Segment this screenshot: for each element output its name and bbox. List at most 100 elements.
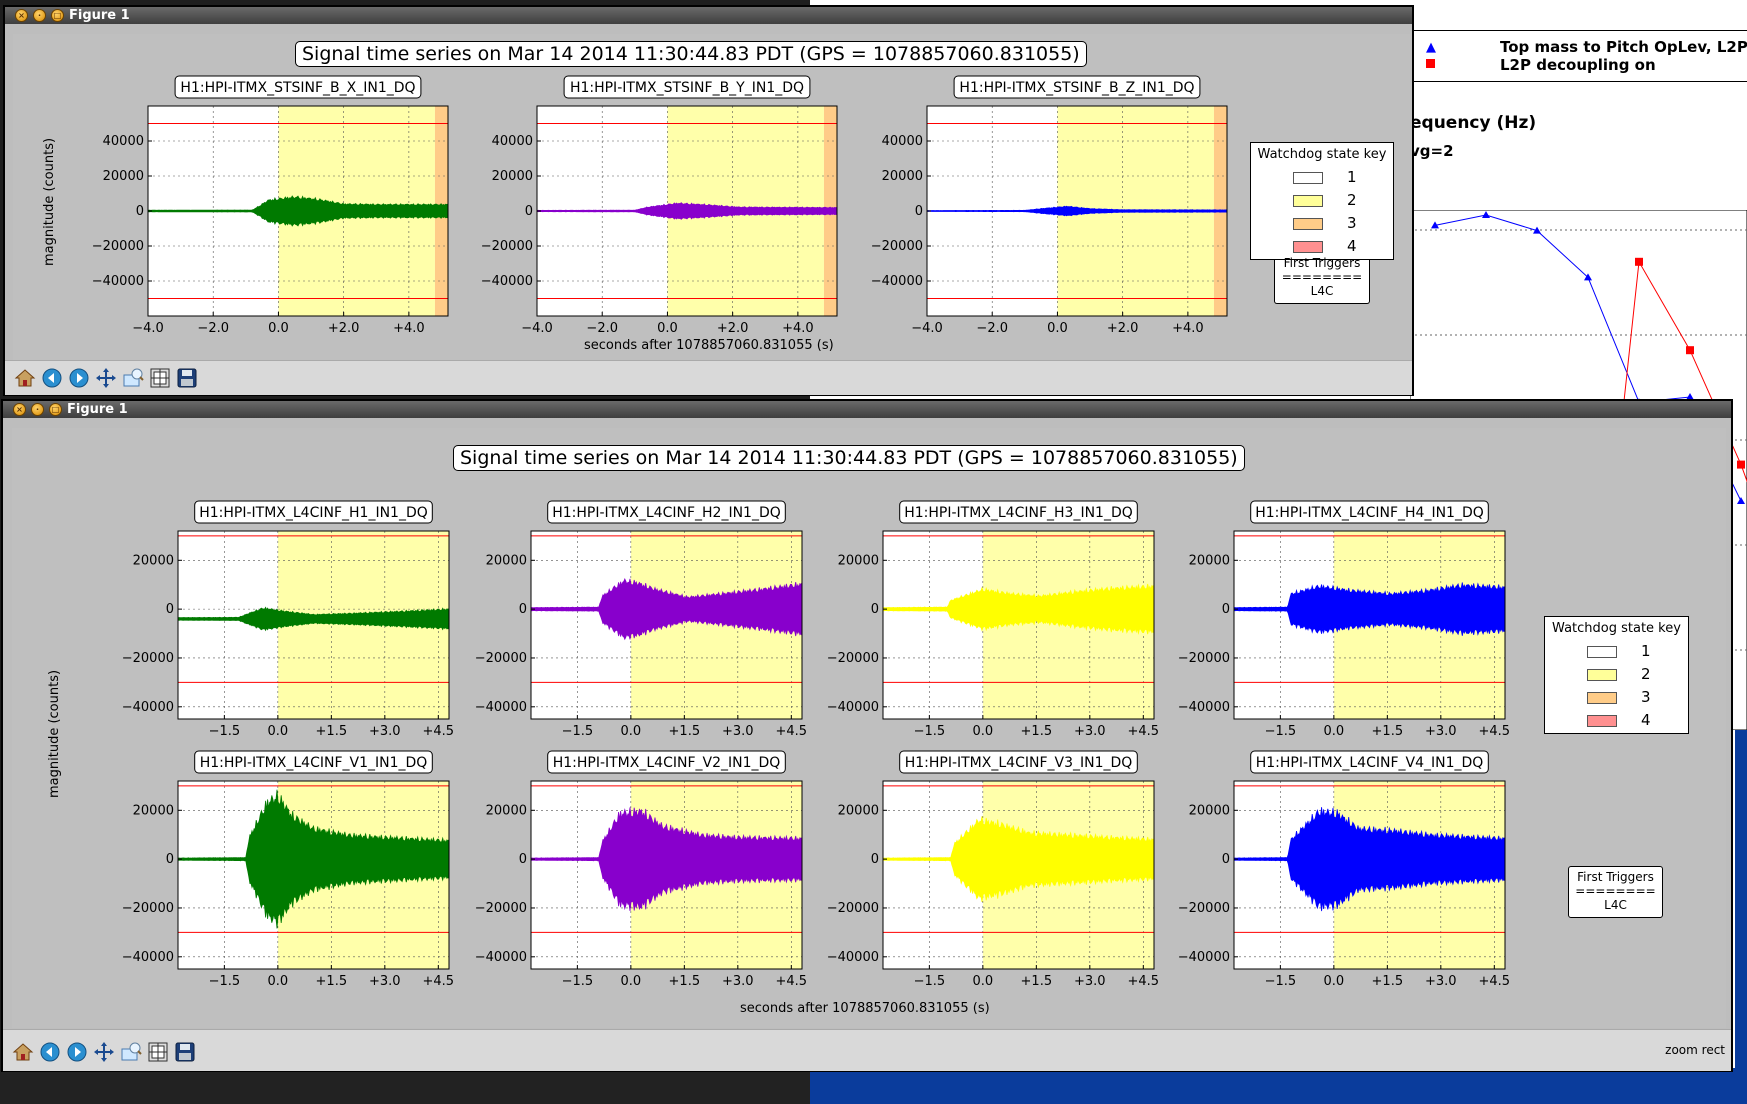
y-tick-label: 0	[871, 602, 879, 617]
y-tick-label: −20000	[92, 239, 144, 254]
y-tick-label: 20000	[103, 169, 144, 184]
x-tick-label: −4.0	[911, 321, 943, 336]
y-tick-label: −40000	[122, 700, 174, 715]
y-tick-label: −40000	[475, 950, 527, 965]
y-tick-label: −20000	[122, 901, 174, 916]
subplot-title: H1:HPI-ITMX_L4CINF_H4_IN1_DQ	[1255, 505, 1484, 521]
x-tick-label: +4.5	[423, 724, 455, 739]
y-tick-label: −40000	[122, 950, 174, 965]
x-tick-label: −1.5	[1265, 974, 1297, 989]
y-tick-label: 20000	[486, 553, 527, 568]
subplot-title: H1:HPI-ITMX_STSINF_B_Y_IN1_DQ	[570, 80, 804, 96]
x-tick-label: +1.5	[1021, 724, 1053, 739]
y-tick-label: −20000	[475, 651, 527, 666]
y-tick-label: −40000	[475, 700, 527, 715]
x-tick-label: −2.0	[586, 321, 618, 336]
y-tick-label: −40000	[92, 274, 144, 289]
subplot-4: −1.5 0.0 +1.5 +3.0 +4.5 20000 0 −20000 −40000 H1:…	[122, 500, 455, 739]
y-tick-label: 0	[166, 602, 174, 617]
x-tick-label: 0.0	[972, 724, 993, 739]
x-tick-label: −1.5	[562, 724, 594, 739]
x-tick-label: +3.0	[369, 724, 401, 739]
x-tick-label: +4.5	[776, 724, 808, 739]
y-tick-label: −20000	[1178, 901, 1230, 916]
y-tick-label: −40000	[1178, 950, 1230, 965]
x-tick-label: −1.5	[209, 724, 241, 739]
x-tick-label: 0.0	[267, 974, 288, 989]
y-tick-label: 0	[1222, 852, 1230, 867]
subplot-8: −1.5 0.0 +1.5 +3.0 +4.5 20000 0 −20000 −40000 H1:…	[122, 750, 455, 989]
subplot-1: −4.0 −2.0 0.0 +2.0 +4.0 40000 20000 0 −20000 −400…	[92, 75, 449, 336]
x-tick-label: +2.0	[328, 321, 360, 336]
y-tick-label: 40000	[492, 134, 533, 149]
y-tick-label: −20000	[827, 901, 879, 916]
y-tick-label: −40000	[1178, 700, 1230, 715]
y-tick-label: 20000	[486, 803, 527, 818]
subplot-10: −1.5 0.0 +1.5 +3.0 +4.5 20000 0 −20000 −40000 H1:…	[827, 750, 1160, 989]
chart-layer: −4.0 −2.0 0.0 +2.0 +4.0 40000 20000 0 −20000 −400…	[92, 75, 1510, 989]
x-tick-label: 0.0	[657, 321, 678, 336]
subplot-11: −1.5 0.0 +1.5 +3.0 +4.5 20000 0 −20000 −40000 H1:…	[1178, 750, 1510, 989]
y-tick-label: −20000	[827, 651, 879, 666]
x-tick-label: +3.0	[1425, 724, 1457, 739]
x-tick-label: +3.0	[1074, 724, 1106, 739]
y-tick-label: 0	[166, 852, 174, 867]
subplot-title: H1:HPI-ITMX_L4CINF_V2_IN1_DQ	[553, 755, 781, 771]
x-tick-label: +3.0	[722, 724, 754, 739]
subplot-title: H1:HPI-ITMX_L4CINF_V1_IN1_DQ	[200, 755, 428, 771]
x-tick-label: +4.5	[776, 974, 808, 989]
y-tick-label: −40000	[481, 274, 533, 289]
y-tick-label: −20000	[475, 901, 527, 916]
x-tick-label: 0.0	[268, 321, 289, 336]
y-tick-label: −20000	[1178, 651, 1230, 666]
x-tick-label: +4.5	[1128, 724, 1160, 739]
y-tick-label: 20000	[492, 169, 533, 184]
y-tick-label: 0	[136, 204, 144, 219]
x-tick-label: 0.0	[620, 724, 641, 739]
x-tick-label: +3.0	[1074, 974, 1106, 989]
x-tick-label: +1.5	[1021, 974, 1053, 989]
subplot-3: −4.0 −2.0 0.0 +2.0 +4.0 40000 20000 0 −20000 −400…	[871, 75, 1228, 336]
y-tick-label: 0	[519, 852, 527, 867]
x-tick-label: 0.0	[267, 724, 288, 739]
x-tick-label: +2.0	[717, 321, 749, 336]
subplot-9: −1.5 0.0 +1.5 +3.0 +4.5 20000 0 −20000 −40000 H1:…	[475, 750, 808, 989]
subplot-5: −1.5 0.0 +1.5 +3.0 +4.5 20000 0 −20000 −40000 H1:…	[475, 500, 808, 739]
x-tick-label: +3.0	[369, 974, 401, 989]
y-tick-label: 20000	[133, 803, 174, 818]
x-tick-label: +4.5	[1128, 974, 1160, 989]
y-tick-label: 20000	[1189, 553, 1230, 568]
y-tick-label: −20000	[122, 651, 174, 666]
y-tick-label: 0	[525, 204, 533, 219]
subplot-7: −1.5 0.0 +1.5 +3.0 +4.5 20000 0 −20000 −40000 H1:…	[1178, 500, 1510, 739]
x-tick-label: +1.5	[316, 974, 348, 989]
subplot-title: H1:HPI-ITMX_L4CINF_V3_IN1_DQ	[905, 755, 1133, 771]
x-tick-label: +4.0	[1172, 321, 1204, 336]
x-tick-label: −2.0	[976, 321, 1008, 336]
y-tick-label: 20000	[838, 553, 879, 568]
x-tick-label: −2.0	[197, 321, 229, 336]
x-tick-label: −1.5	[209, 974, 241, 989]
x-tick-label: +4.0	[782, 321, 814, 336]
subplot-title: H1:HPI-ITMX_L4CINF_V4_IN1_DQ	[1256, 755, 1484, 771]
x-tick-label: +4.5	[423, 974, 455, 989]
x-tick-label: +2.0	[1107, 321, 1139, 336]
y-tick-label: 0	[915, 204, 923, 219]
x-tick-label: −1.5	[562, 974, 594, 989]
x-tick-label: +1.5	[669, 974, 701, 989]
x-tick-label: +3.0	[722, 974, 754, 989]
x-tick-label: +1.5	[1372, 974, 1404, 989]
x-tick-label: 0.0	[620, 974, 641, 989]
subplot-title: H1:HPI-ITMX_L4CINF_H3_IN1_DQ	[904, 505, 1133, 521]
x-tick-label: −1.5	[914, 724, 946, 739]
y-tick-label: 40000	[882, 134, 923, 149]
x-tick-label: 0.0	[1047, 321, 1068, 336]
y-tick-label: −40000	[827, 700, 879, 715]
subplot-title: H1:HPI-ITMX_L4CINF_H2_IN1_DQ	[552, 505, 781, 521]
subplot-title: H1:HPI-ITMX_STSINF_B_X_IN1_DQ	[180, 80, 415, 96]
subplot-6: −1.5 0.0 +1.5 +3.0 +4.5 20000 0 −20000 −40000 H1:…	[827, 500, 1160, 739]
y-tick-label: −20000	[871, 239, 923, 254]
x-tick-label: +4.0	[393, 321, 425, 336]
y-tick-label: 20000	[882, 169, 923, 184]
y-tick-label: −40000	[871, 274, 923, 289]
